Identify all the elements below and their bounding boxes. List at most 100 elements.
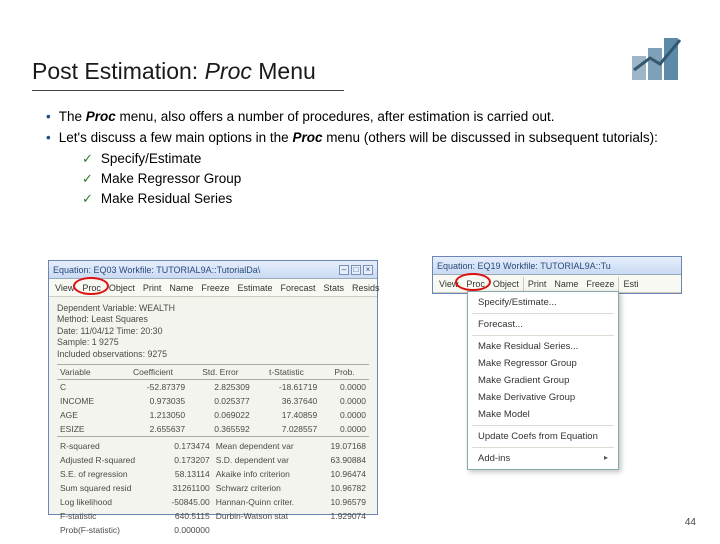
stat-cell: Mean dependent var	[213, 439, 318, 453]
close-icon[interactable]: ×	[363, 265, 373, 275]
toolbar-print[interactable]: Print	[524, 278, 551, 290]
stat-cell: 19.07168	[318, 439, 369, 453]
page-number: 44	[685, 517, 696, 528]
stat-cell: S.D. dependent var	[213, 453, 318, 467]
menu-item-make-gradient-group[interactable]: Make Gradient Group	[468, 372, 618, 389]
col-header: Coefficient	[118, 365, 188, 380]
toolbar-name[interactable]: Name	[165, 282, 197, 294]
stat-cell: 0.173207	[158, 453, 213, 467]
stat-cell: -50845.00	[158, 496, 213, 510]
col-header: Variable	[57, 365, 118, 380]
stat-cell: Schwarz criterion	[213, 481, 318, 495]
menu-divider	[472, 313, 614, 314]
table-cell: -18.61719	[253, 380, 321, 395]
toolbar-name[interactable]: Name	[550, 278, 582, 290]
page-title: Post Estimation: Proc Menu	[32, 58, 316, 85]
table-cell: -52.87379	[118, 380, 188, 395]
equation-output: Dependent Variable: WEALTH Method: Least…	[49, 297, 377, 544]
toolbar-proc[interactable]: Proc	[78, 282, 105, 294]
toolbar-freeze[interactable]: Freeze	[582, 278, 618, 290]
stat-cell: Adjusted R-squared	[57, 453, 158, 467]
toolbar-view[interactable]: View	[51, 282, 78, 294]
window-titlebar: Equation: EQ19 Workfile: TUTORIAL9A::Tu	[433, 257, 681, 275]
stat-cell: 0.000000	[158, 524, 213, 538]
stat-cell: Prob(F-statistic)	[57, 524, 158, 538]
equation-window-right: Equation: EQ19 Workfile: TUTORIAL9A::Tu …	[432, 256, 682, 294]
stat-cell: F-statistic	[57, 510, 158, 524]
table-cell: 0.0000	[320, 380, 369, 395]
stat-cell: 58.13114	[158, 467, 213, 481]
maximize-icon[interactable]: □	[351, 265, 361, 275]
toolbar-stats[interactable]: Stats	[319, 282, 348, 294]
col-header: t-Statistic	[253, 365, 321, 380]
col-header: Prob.	[320, 365, 369, 380]
toolbar-object[interactable]: Object	[489, 278, 523, 290]
minimize-icon[interactable]: –	[339, 265, 349, 275]
table-cell: INCOME	[57, 394, 118, 408]
toolbar-object[interactable]: Object	[105, 282, 139, 294]
stat-cell: Hannan-Quinn criter.	[213, 496, 318, 510]
stats-table: R-squared0.173474Mean dependent var19.07…	[57, 439, 369, 537]
depvar-line: Dependent Variable: WEALTH	[57, 303, 369, 314]
toolbar-forecast[interactable]: Forecast	[276, 282, 319, 294]
table-cell: 0.0000	[320, 394, 369, 408]
table-cell: 0.025377	[188, 394, 253, 408]
menu-item-specify-estimate[interactable]: Specify/Estimate...	[468, 294, 618, 311]
toolbar-freeze[interactable]: Freeze	[197, 282, 233, 294]
menu-item-update-coefs-from-equation[interactable]: Update Coefs from Equation	[468, 428, 618, 445]
menu-item-add-ins[interactable]: Add-ins	[468, 450, 618, 467]
stat-cell: 1.929074	[318, 510, 369, 524]
stat-cell: 640.5115	[158, 510, 213, 524]
sample-line: Sample: 1 9275	[57, 337, 369, 348]
table-cell: AGE	[57, 408, 118, 422]
toolbar-estimate[interactable]: Estimate	[233, 282, 276, 294]
menu-divider	[472, 335, 614, 336]
bullet-block: • The Proc menu, also offers a number of…	[46, 108, 666, 208]
date-line: Date: 11/04/12 Time: 20:30	[57, 326, 369, 337]
table-cell: ESIZE	[57, 422, 118, 437]
menu-item-make-regressor-group[interactable]: Make Regressor Group	[468, 355, 618, 372]
window-toolbar: ViewProcObjectPrintNameFreezeEstimateFor…	[49, 279, 377, 297]
stat-cell	[213, 524, 318, 538]
toolbar-esti[interactable]: Esti	[619, 278, 642, 290]
table-cell: 36.37640	[253, 394, 321, 408]
coefficients-table: VariableCoefficientStd. Errort-Statistic…	[57, 364, 369, 437]
stat-cell: 10.96579	[318, 496, 369, 510]
check-icon: ✓	[82, 191, 93, 206]
stat-cell: S.E. of regression	[57, 467, 158, 481]
stat-cell: Log likelihood	[57, 496, 158, 510]
stat-cell: 0.173474	[158, 439, 213, 453]
stat-cell	[318, 524, 369, 538]
title-post: Menu	[252, 58, 316, 84]
toolbar-print[interactable]: Print	[139, 282, 166, 294]
table-cell: 7.028557	[253, 422, 321, 437]
stat-cell: Sum squared resid	[57, 481, 158, 495]
bullet-1: The Proc menu, also offers a number of p…	[59, 108, 666, 127]
toolbar-resids[interactable]: Resids	[348, 282, 384, 294]
sub-bullet-1: Specify/Estimate	[101, 151, 202, 166]
bullet-dot: •	[46, 129, 51, 148]
menu-item-make-model[interactable]: Make Model	[468, 406, 618, 423]
toolbar-proc[interactable]: Proc	[462, 278, 489, 290]
sub-bullet-3: Make Residual Series	[101, 191, 232, 206]
table-cell: 0.0000	[320, 408, 369, 422]
toolbar-view[interactable]: View	[435, 278, 462, 290]
check-icon: ✓	[82, 151, 93, 166]
table-cell: 2.825309	[188, 380, 253, 395]
method-line: Method: Least Squares	[57, 314, 369, 325]
table-cell: 17.40859	[253, 408, 321, 422]
stat-cell: R-squared	[57, 439, 158, 453]
window-titlebar: Equation: EQ03 Workfile: TUTORIAL9A::Tut…	[49, 261, 377, 279]
stat-cell: 31261100	[158, 481, 213, 495]
table-cell: 0.069022	[188, 408, 253, 422]
menu-item-make-residual-series[interactable]: Make Residual Series...	[468, 338, 618, 355]
title-ital: Proc	[205, 58, 252, 84]
bullet-dot: •	[46, 108, 51, 127]
col-header: Std. Error	[188, 365, 253, 380]
menu-item-forecast[interactable]: Forecast...	[468, 316, 618, 333]
menu-item-make-derivative-group[interactable]: Make Derivative Group	[468, 389, 618, 406]
table-cell: C	[57, 380, 118, 395]
stat-cell: Durbin-Watson stat	[213, 510, 318, 524]
brand-logo	[632, 30, 692, 80]
bullet-2: Let's discuss a few main options in the …	[59, 129, 666, 148]
